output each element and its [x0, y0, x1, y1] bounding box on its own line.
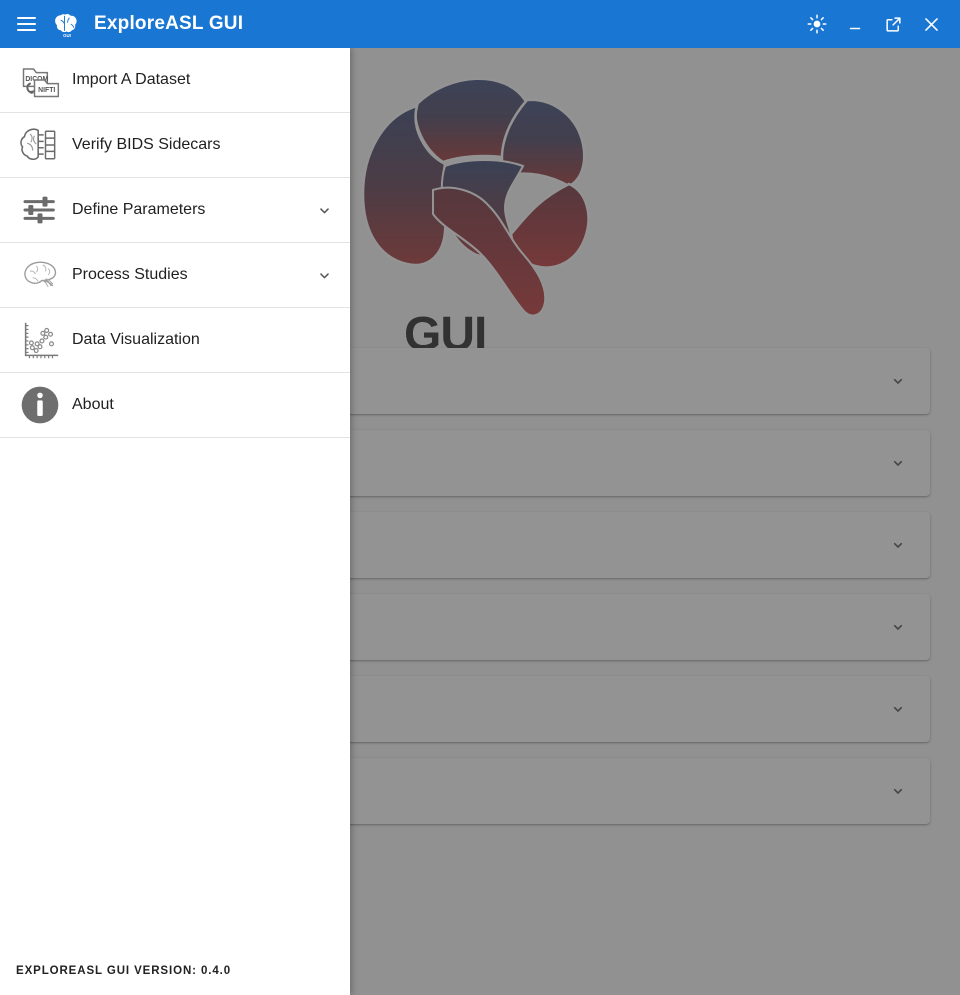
- scatter-plot-icon: [14, 316, 66, 364]
- sun-brightness-icon[interactable]: [800, 7, 834, 41]
- hamburger-menu-icon[interactable]: [6, 4, 46, 44]
- sidebar-item-process-studies[interactable]: Process Studies: [0, 243, 350, 308]
- svg-text:NIFTI: NIFTI: [38, 87, 55, 94]
- sidebar-item-label: Process Studies: [72, 266, 188, 283]
- sidebar-item-import-a-dataset[interactable]: DICOM NIFTI Import A Dataset: [0, 48, 350, 113]
- drawer-footer: EXPLOREASL GUI VERSION: 0.4.0: [0, 965, 350, 995]
- window-title: ExploreASL GUI: [94, 13, 244, 34]
- brain-bids-files-icon: [14, 121, 66, 169]
- dicom-to-nifti-folders-icon: DICOM NIFTI: [14, 56, 66, 104]
- minimize-icon[interactable]: [838, 7, 872, 41]
- brain-gui-icon: GUI: [55, 13, 77, 38]
- sidebar-item-label: Verify BIDS Sidecars: [72, 136, 221, 153]
- title-bar: GUI ExploreASL GUI: [0, 0, 960, 48]
- sidebar-item-define-parameters[interactable]: Define Parameters: [0, 178, 350, 243]
- version-label: EXPLOREASL GUI VERSION: 0.4.0: [16, 965, 232, 977]
- maximize-external-icon[interactable]: [876, 7, 910, 41]
- close-x-icon[interactable]: [914, 7, 948, 41]
- info-circle-icon: [14, 381, 66, 429]
- chevron-down-icon[interactable]: [312, 263, 336, 287]
- sidebar-item-label: Data Visualization: [72, 331, 200, 348]
- chevron-down-icon[interactable]: [312, 198, 336, 222]
- sidebar-item-verify-bids-sidecars[interactable]: Verify BIDS Sidecars: [0, 113, 350, 178]
- svg-text:GUI: GUI: [63, 33, 71, 38]
- navigation-drawer: DICOM NIFTI Import A Dataset Verify BIDS…: [0, 48, 350, 995]
- sidebar-item-label: Import A Dataset: [72, 71, 191, 88]
- sidebar-item-label: About: [72, 396, 114, 413]
- sidebar-item-data-visualization[interactable]: Data Visualization: [0, 308, 350, 373]
- brain-sketch-icon: [14, 251, 66, 299]
- sliders-settings-icon: [14, 186, 66, 234]
- sidebar-item-about[interactable]: About: [0, 373, 350, 438]
- window-controls: [800, 7, 960, 41]
- sidebar-item-label: Define Parameters: [72, 201, 206, 218]
